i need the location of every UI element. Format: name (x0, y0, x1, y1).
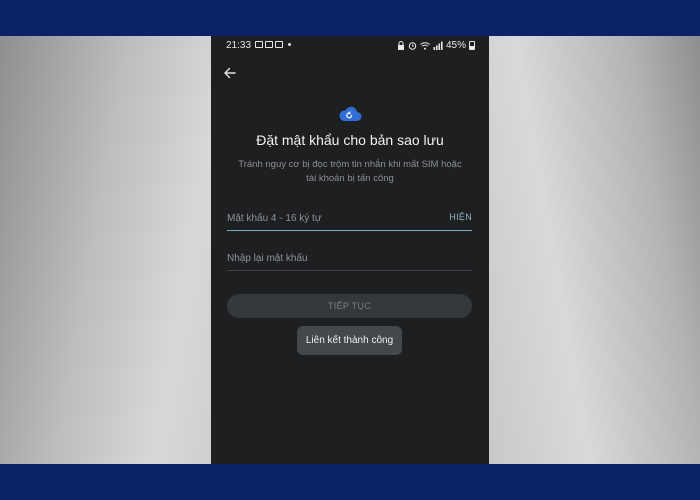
continue-button[interactable]: TIẾP TỤC (227, 294, 472, 318)
battery-icon (469, 41, 475, 50)
toast-message: Liên kết thành công (297, 326, 402, 355)
notification-icons (255, 41, 291, 48)
phone-screen: 21:33 45% Đặt mật khẩu cho bản sao lưu T… (211, 36, 489, 464)
page-subtitle: Tránh nguy cơ bị đọc trộm tin nhắn khi m… (238, 159, 462, 184)
cloud-backup-icon (339, 106, 362, 121)
alarm-icon (408, 42, 417, 50)
wifi-icon (420, 42, 430, 50)
password-input[interactable] (227, 208, 472, 229)
gallery-notification-icon (255, 41, 263, 48)
back-button[interactable] (221, 64, 239, 82)
confirm-password-field (227, 248, 472, 271)
lock-icon (397, 41, 404, 50)
status-time: 21:33 (226, 40, 252, 51)
status-indicators: 45% (397, 40, 475, 51)
arrow-left-icon (224, 67, 236, 79)
message-notification-icon (265, 41, 273, 48)
presentation-frame: 21:33 45% Đặt mật khẩu cho bản sao lưu T… (0, 0, 700, 500)
confirm-password-input[interactable] (227, 248, 472, 269)
signal-icon (433, 41, 443, 50)
page-title: Đặt mật khẩu cho bản sao lưu (256, 132, 444, 148)
status-bar: 21:33 45% (211, 36, 489, 56)
show-password-button[interactable]: HIỆN (449, 212, 472, 222)
background-right (489, 36, 700, 464)
password-field: HIỆN (227, 208, 472, 231)
background-left (0, 36, 211, 464)
battery-percent: 45% (445, 40, 466, 51)
app-notification-icon (275, 41, 283, 48)
more-notifications-icon (288, 43, 291, 46)
